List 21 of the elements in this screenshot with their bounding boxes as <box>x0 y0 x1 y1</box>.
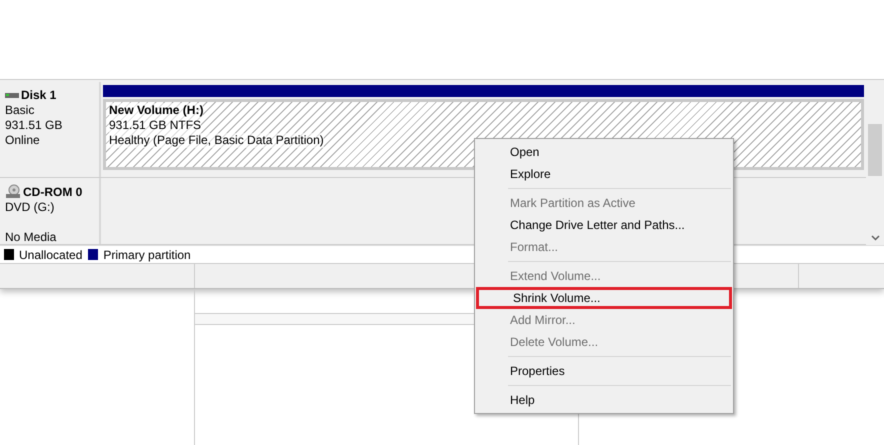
scrollbar-thumb[interactable] <box>868 124 882 176</box>
disk-info: No Media <box>5 230 56 244</box>
disk-info: Basic <box>5 103 34 118</box>
volume-info: Healthy (Page File, Basic Data Partition) <box>109 133 324 148</box>
disk-info: DVD (G:) <box>5 200 54 215</box>
menu-item[interactable]: Change Drive Letter and Paths... <box>476 214 732 236</box>
scrollbar[interactable] <box>866 80 884 245</box>
volume-info: 931.51 GB NTFS <box>109 118 202 133</box>
volume-title: New Volume (H:) <box>109 103 204 118</box>
menu-item[interactable]: Properties <box>476 360 732 382</box>
disk-info: Online <box>5 133 40 148</box>
menu-item[interactable]: Help <box>476 389 732 411</box>
chevron-down-icon[interactable] <box>870 235 880 241</box>
menu-item[interactable]: Shrink Volume... <box>476 287 732 309</box>
disk-name: CD-ROM 0 <box>23 184 82 200</box>
menu-item[interactable]: Open <box>476 141 732 163</box>
disk-info: 931.51 GB <box>5 118 62 133</box>
disk-name: Disk 1 <box>21 88 56 103</box>
cd-drive-icon <box>5 184 21 200</box>
legend-label: Primary partition <box>103 246 191 264</box>
legend-label: Unallocated <box>19 246 82 264</box>
